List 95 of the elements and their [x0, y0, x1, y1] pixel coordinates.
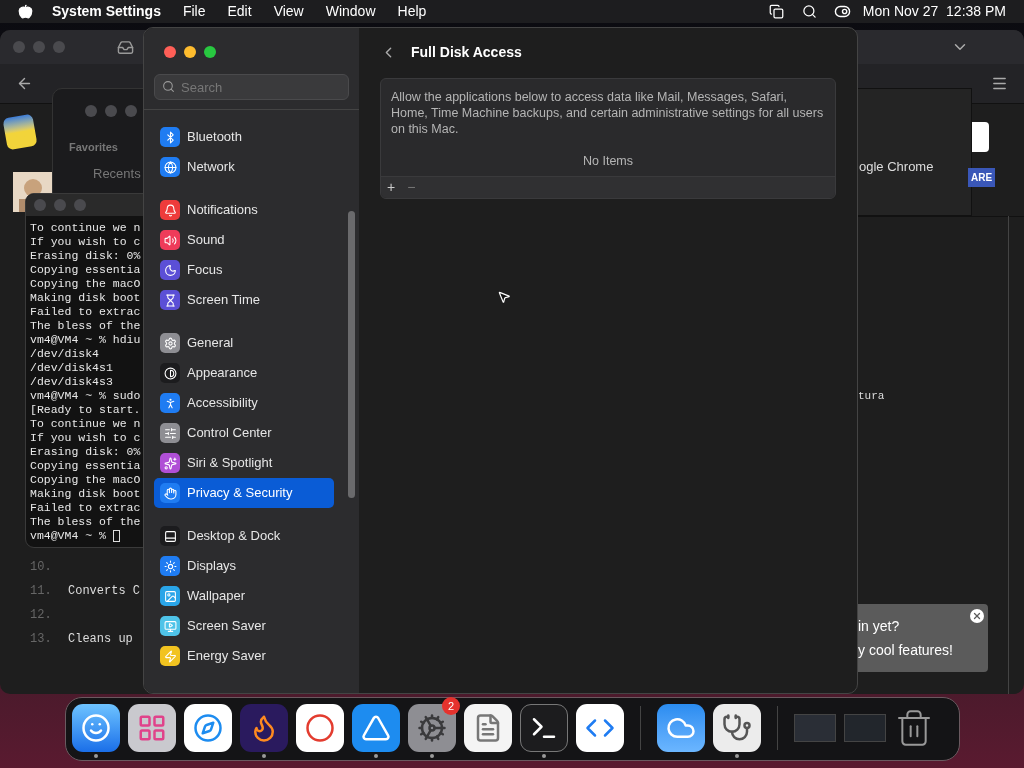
line-number: 12. — [30, 607, 53, 624]
search-field[interactable]: Search — [154, 74, 349, 100]
sidebar-item[interactable]: Screen Saver — [154, 611, 334, 641]
notepad-icon[interactable] — [464, 704, 512, 752]
terminal-line: vm4@VM4 ~ % hdiu — [30, 333, 141, 347]
stethoscope-icon[interactable] — [713, 704, 761, 752]
terminal-line: The bless of the — [30, 319, 141, 333]
menu-icon[interactable] — [991, 75, 1008, 92]
face-icon[interactable] — [72, 704, 120, 752]
code-line: Converts C — [68, 583, 140, 600]
terminal-line: To continue we n — [30, 417, 141, 431]
terminal-line: The bless of the — [30, 515, 141, 529]
sidebar-item[interactable]: Control Center — [154, 418, 334, 448]
toast-text: in yet? — [858, 617, 900, 636]
empty-label: No Items — [583, 153, 633, 170]
sidebar-item[interactable]: Focus — [154, 255, 334, 285]
sidebar-item[interactable]: Privacy & Security — [154, 478, 334, 508]
sidebar-item[interactable]: Displays — [154, 551, 334, 581]
sidebar-item[interactable]: Wallpaper — [154, 581, 334, 611]
menu-item[interactable]: File — [182, 1, 206, 22]
terminal-line: /dev/disk4 — [30, 347, 99, 361]
terminal-line: vm4@VM4 ~ % sudo — [30, 389, 141, 403]
page-title: Full Disk Access — [411, 43, 522, 62]
terminal-line: To continue we n — [30, 221, 141, 235]
sidebar-item[interactable]: Sound — [154, 225, 334, 255]
code-text: tura — [858, 389, 885, 404]
window-thumbnail[interactable] — [794, 714, 836, 742]
terminal-line: Making disk boot — [30, 291, 141, 305]
clock[interactable]: Mon Nov 27 12:38 PM — [862, 1, 1006, 22]
card — [972, 122, 989, 152]
scrollbar[interactable] — [348, 211, 355, 498]
add-button[interactable]: + — [387, 176, 396, 198]
windows-icon[interactable] — [767, 4, 785, 19]
search-icon — [162, 80, 175, 93]
terminal-line: Copying essentia — [30, 263, 141, 277]
finder-sidebar-item[interactable]: Recents — [93, 163, 141, 183]
line-number: 10. — [30, 559, 53, 576]
sidebar-item[interactable]: Desktop & Dock — [154, 521, 334, 551]
app-label: ogle Chrome — [859, 158, 934, 176]
description: Allow the applications below to access data like Mail, Messages, Safari, Home, Time Machine backups, and certain administrative settings for all users on this Mac. — [390, 89, 825, 137]
terminal-line: /dev/disk4s1 — [30, 361, 113, 375]
terminal-line: Copying essentia — [30, 459, 141, 473]
gear-icon[interactable] — [408, 704, 456, 752]
close-button[interactable] — [970, 609, 984, 623]
toast-text: y cool features! — [858, 641, 953, 660]
terminal-icon[interactable] — [520, 704, 568, 752]
terminal-line: If you wish to c — [30, 235, 141, 249]
finder-sidebar-heading: Favorites — [69, 140, 118, 155]
terminal-line: /dev/disk4s3 — [30, 375, 113, 389]
terminal-line: Erasing disk: 0% — [30, 249, 141, 263]
code-line: Cleans up — [68, 631, 133, 648]
sidebar-item[interactable]: Network — [154, 152, 334, 182]
search-icon[interactable] — [801, 4, 817, 19]
menu-item[interactable]: Help — [397, 1, 427, 22]
window-thumbnail[interactable] — [844, 714, 886, 742]
toggle-icon[interactable] — [833, 3, 851, 20]
menu-item[interactable]: Edit — [227, 1, 252, 22]
code-icon[interactable] — [576, 704, 624, 752]
sidebar-item[interactable]: Appearance — [154, 358, 334, 388]
line-number: 13. — [30, 631, 53, 648]
terminal-line: Failed to extrac — [30, 305, 141, 319]
menu-item[interactable]: Window — [325, 1, 376, 22]
terminal-line: [Ready to start. — [30, 403, 141, 417]
text-cursor — [112, 530, 120, 542]
window-control[interactable] — [184, 46, 196, 58]
terminal-line: Copying the macO — [30, 277, 141, 291]
sidebar-item[interactable]: Energy Saver — [154, 641, 334, 671]
grid-icon[interactable] — [128, 704, 176, 752]
sidebar-item[interactable]: Siri & Spotlight — [154, 448, 334, 478]
notification-badge: 2 — [442, 697, 460, 715]
sidebar-item[interactable]: Screen Time — [154, 285, 334, 315]
compass-icon[interactable] — [184, 704, 232, 752]
window-control[interactable] — [204, 46, 216, 58]
sidebar-item[interactable]: Notifications — [154, 195, 334, 225]
terminal-line: vm4@VM4 ~ % — [30, 529, 107, 543]
terminal-line: Failed to extrac — [30, 501, 141, 515]
sidebar-item[interactable]: Bluetooth — [154, 122, 334, 152]
terminal-line: Erasing disk: 0% — [30, 445, 141, 459]
line-number: 11. — [30, 583, 53, 600]
sidebar-item[interactable]: General — [154, 328, 334, 358]
terminal-line: Copying the macO — [30, 473, 141, 487]
tab-icon[interactable] — [117, 38, 134, 56]
calendar-icon[interactable] — [2, 113, 38, 151]
cloud-icon[interactable] — [657, 704, 705, 752]
apple-icon[interactable] — [18, 4, 33, 19]
back-arrow-icon[interactable] — [16, 75, 33, 92]
menu-item[interactable]: View — [273, 1, 304, 22]
flame-icon[interactable] — [240, 704, 288, 752]
sidebar-item[interactable]: Accessibility — [154, 388, 334, 418]
terminal-line: Making disk boot — [30, 487, 141, 501]
terminal-line: If you wish to c — [30, 431, 141, 445]
tag: ARE — [968, 168, 996, 187]
window-control[interactable] — [164, 46, 176, 58]
app-menu[interactable]: System Settings — [52, 1, 161, 22]
ring-icon[interactable] — [296, 704, 344, 752]
